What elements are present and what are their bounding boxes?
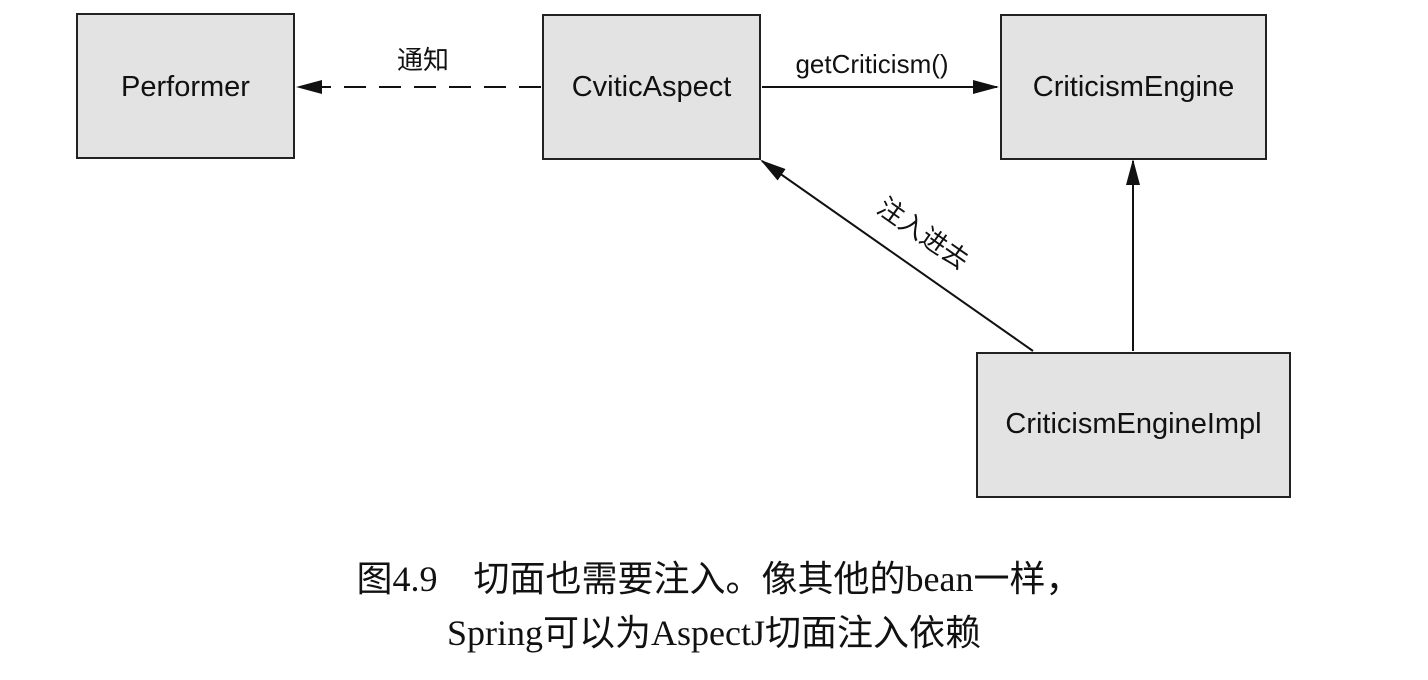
figure-caption-line-1: 图4.9 切面也需要注入。像其他的bean一样， xyxy=(356,559,1082,599)
criticism-engine-node: CriticismEngine xyxy=(1000,14,1267,160)
inject-edge: 注入进去 xyxy=(760,159,1034,352)
notify-edge: 通知 xyxy=(296,46,541,94)
criticism-engine-impl-node: CriticismEngineImpl xyxy=(976,352,1291,498)
figure-caption-line-2: Spring可以为AspectJ切面注入依赖 xyxy=(447,613,981,653)
get-criticism-edge: getCriticism() xyxy=(762,49,999,94)
criticism-engine-impl-label: CriticismEngineImpl xyxy=(1005,408,1261,440)
performer-label: Performer xyxy=(121,71,250,103)
notify-label: 通知 xyxy=(397,46,449,76)
cvitic-aspect-node: CviticAspect xyxy=(542,14,761,160)
inject-arrow xyxy=(760,159,1034,352)
diagram-figure: Performer CviticAspect CriticismEngine C… xyxy=(0,0,1428,680)
inject-label: 注入进去 xyxy=(871,192,973,276)
cvitic-aspect-label: CviticAspect xyxy=(572,71,732,103)
diagram-canvas: Performer CviticAspect CriticismEngine C… xyxy=(76,13,1291,498)
performer-node: Performer xyxy=(76,13,295,159)
get-criticism-label: getCriticism() xyxy=(795,49,948,79)
criticism-engine-label: CriticismEngine xyxy=(1033,71,1234,103)
